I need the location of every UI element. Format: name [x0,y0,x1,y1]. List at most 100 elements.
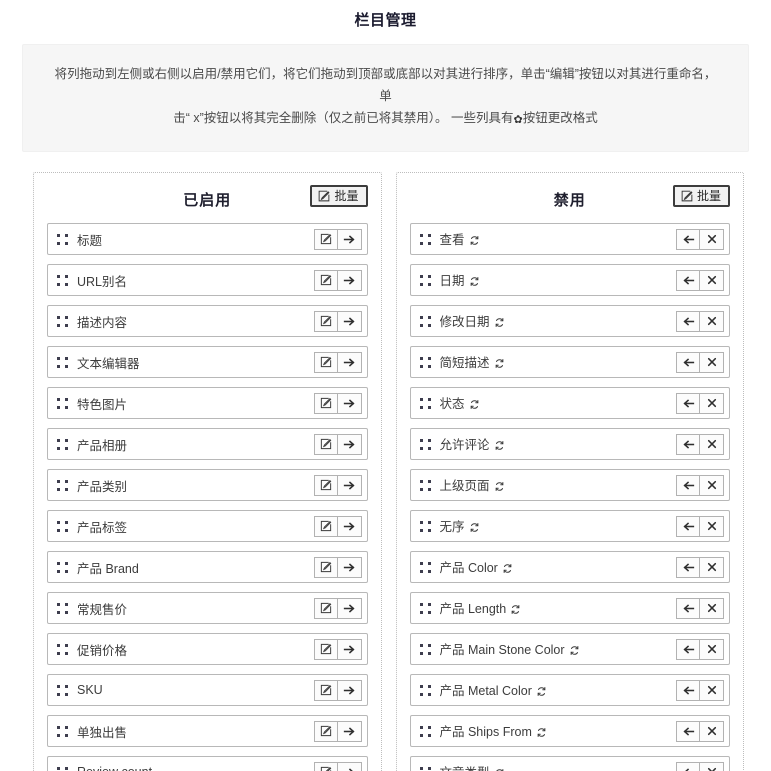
enable-move-left-button[interactable] [676,269,700,291]
disable-move-right-button[interactable] [337,433,362,455]
sync-refresh-icon[interactable] [469,522,480,536]
table-row[interactable]: 产品 Color [409,551,730,583]
disable-move-right-button[interactable] [337,679,362,701]
enable-move-left-button[interactable] [676,679,700,701]
delete-button[interactable] [700,433,724,455]
sync-refresh-icon[interactable] [536,727,547,741]
disable-move-right-button[interactable] [337,720,362,742]
table-row[interactable]: 修改日期 [409,305,730,337]
enable-move-left-button[interactable] [676,351,700,373]
disabled-bulk-button[interactable]: 批量 [672,185,730,207]
sync-refresh-icon[interactable] [469,399,480,413]
drag-handle-icon[interactable] [56,397,69,410]
sync-refresh-icon[interactable] [502,563,513,577]
rename-button[interactable] [313,597,338,619]
drag-handle-icon[interactable] [419,438,432,451]
enable-move-left-button[interactable] [676,433,700,455]
delete-button[interactable] [700,474,724,496]
sync-refresh-icon[interactable] [494,440,505,454]
drag-handle-icon[interactable] [56,520,69,533]
table-row[interactable]: SKU [47,674,368,706]
drag-handle-icon[interactable] [56,643,69,656]
rename-button[interactable] [313,269,338,291]
delete-button[interactable] [700,351,724,373]
disable-move-right-button[interactable] [337,597,362,619]
enable-move-left-button[interactable] [676,310,700,332]
table-row[interactable]: 无序 [409,510,730,542]
table-row[interactable]: 产品 Main Stone Color [409,633,730,665]
drag-handle-icon[interactable] [419,397,432,410]
disable-move-right-button[interactable] [337,228,362,250]
disabled-column[interactable]: 禁用 批量 查看 日期 修改日期 简短描述 状态 允许评论 上级页面 无序 产品 Color 产品… [395,172,744,771]
disable-move-right-button[interactable] [337,392,362,414]
table-row[interactable]: 产品相册 [47,428,368,460]
enable-move-left-button[interactable] [676,515,700,537]
disable-move-right-button[interactable] [337,310,362,332]
rename-button[interactable] [313,638,338,660]
rename-button[interactable] [313,433,338,455]
delete-button[interactable] [700,228,724,250]
table-row[interactable]: 产品 Brand [47,551,368,583]
table-row[interactable]: 文章类型 [409,756,730,771]
rename-button[interactable] [313,474,338,496]
delete-button[interactable] [700,515,724,537]
sync-refresh-icon[interactable] [469,235,480,249]
table-row[interactable]: 状态 [409,387,730,419]
delete-button[interactable] [700,720,724,742]
drag-handle-icon[interactable] [56,315,69,328]
delete-button[interactable] [700,392,724,414]
table-row[interactable]: 产品标签 [47,510,368,542]
table-row[interactable]: 促销价格 [47,633,368,665]
delete-button[interactable] [700,679,724,701]
drag-handle-icon[interactable] [56,684,69,697]
rename-button[interactable] [313,720,338,742]
drag-handle-icon[interactable] [56,725,69,738]
drag-handle-icon[interactable] [419,274,432,287]
drag-handle-icon[interactable] [419,520,432,533]
delete-button[interactable] [700,556,724,578]
disable-move-right-button[interactable] [337,515,362,537]
enabled-bulk-button[interactable]: 批量 [310,185,368,207]
drag-handle-icon[interactable] [56,233,69,246]
enable-move-left-button[interactable] [676,720,700,742]
drag-handle-icon[interactable] [56,438,69,451]
sync-refresh-icon[interactable] [494,317,505,331]
drag-handle-icon[interactable] [56,561,69,574]
enable-move-left-button[interactable] [676,597,700,619]
sync-refresh-icon[interactable] [569,645,580,659]
table-row[interactable]: 产品 Ships From [409,715,730,747]
drag-handle-icon[interactable] [419,233,432,246]
drag-handle-icon[interactable] [419,766,432,771]
enable-move-left-button[interactable] [676,638,700,660]
drag-handle-icon[interactable] [56,602,69,615]
disable-move-right-button[interactable] [337,269,362,291]
drag-handle-icon[interactable] [56,766,69,771]
sync-refresh-icon[interactable] [494,481,505,495]
delete-button[interactable] [700,761,724,771]
table-row[interactable]: 上级页面 [409,469,730,501]
disable-move-right-button[interactable] [337,638,362,660]
enable-move-left-button[interactable] [676,474,700,496]
enabled-column[interactable]: 已启用 批量 标题 URL别名 描述内容 文本编辑器 特色图片 产品相册 产品类别 产品标签产… [33,172,382,771]
table-row[interactable]: 简短描述 [409,346,730,378]
drag-handle-icon[interactable] [419,479,432,492]
enable-move-left-button[interactable] [676,228,700,250]
drag-handle-icon[interactable] [419,356,432,369]
disable-move-right-button[interactable] [337,351,362,373]
table-row[interactable]: 常规售价 [47,592,368,624]
drag-handle-icon[interactable] [419,602,432,615]
sync-refresh-icon[interactable] [510,604,521,618]
rename-button[interactable] [313,556,338,578]
enable-move-left-button[interactable] [676,761,700,771]
rename-button[interactable] [313,679,338,701]
rename-button[interactable] [313,228,338,250]
table-row[interactable]: 产品 Metal Color [409,674,730,706]
table-row[interactable]: Review count [47,756,368,771]
drag-handle-icon[interactable] [419,725,432,738]
table-row[interactable]: 标题 [47,223,368,255]
table-row[interactable]: 允许评论 [409,428,730,460]
table-row[interactable]: 文本编辑器 [47,346,368,378]
delete-button[interactable] [700,638,724,660]
sync-refresh-icon[interactable] [469,276,480,290]
table-row[interactable]: 产品类别 [47,469,368,501]
